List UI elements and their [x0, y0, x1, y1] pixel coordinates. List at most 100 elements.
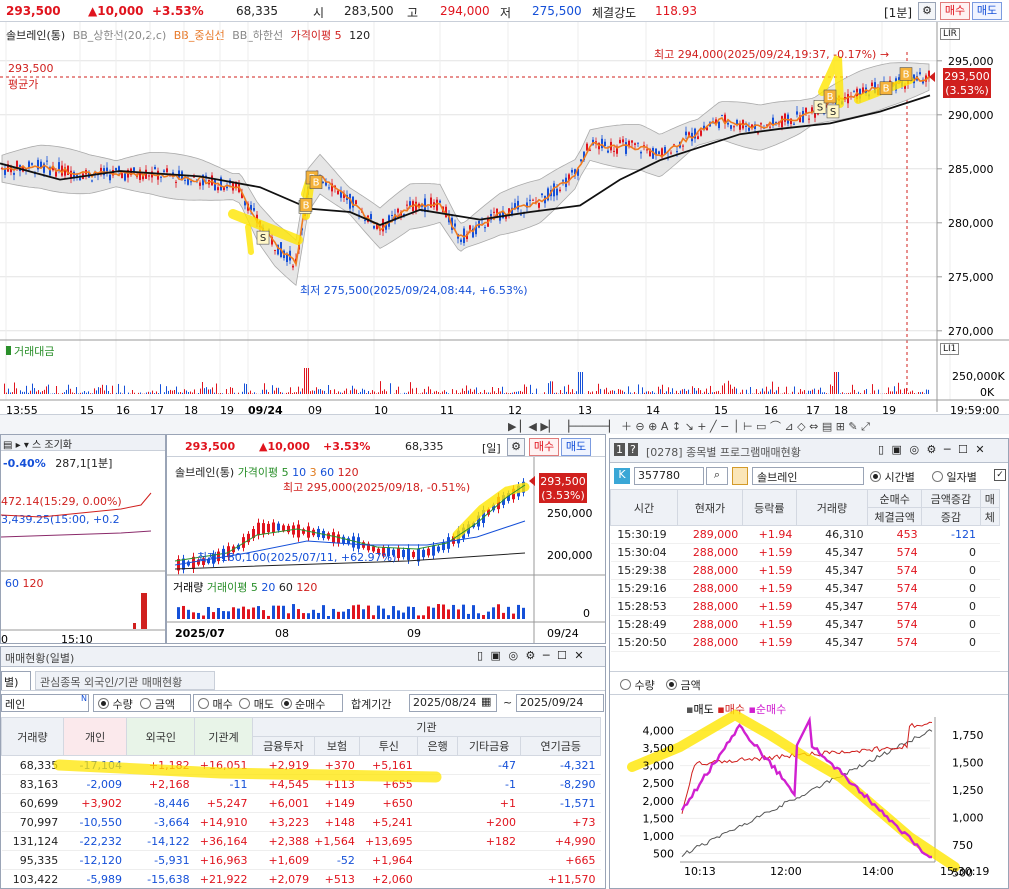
index-mini-chart: ▤ ▸ ▾ 스 조기화 -0.40% 287,1[1분] 472.14(15:2…	[0, 434, 166, 644]
table-cell: +1	[457, 793, 521, 813]
investor-trading-window: 매매현황(일별) ▯ ▣ ◎ ⚙ ─ ☐ ✕ 별) 관심종목 외국인/기관 매매…	[0, 646, 606, 889]
lir-toggle[interactable]: LIR	[940, 28, 960, 40]
table-cell: 131,124	[1, 831, 64, 851]
table-cell: +36,164	[194, 831, 253, 851]
table-row[interactable]: 15:28:49 288,000 +1.59 45,347 574 0	[610, 615, 1000, 634]
table-row[interactable]: 95,335 -12,120 -5,931 +16,963 +1,609 -52 +1,96…	[1, 850, 601, 870]
program-chart-canvas[interactable]: ▪매도 ▪매수 ▪순매수 4,0003,5003,0002,5002,0001,…	[610, 697, 1009, 889]
table-cell: 45,347	[796, 561, 868, 580]
table-cell: +4,545	[252, 774, 315, 794]
mode-day[interactable]: 일자별	[932, 469, 977, 485]
table-cell: +1.59	[742, 543, 797, 562]
table-cell: +1.94	[742, 525, 797, 544]
table-cell: 0	[921, 633, 980, 652]
table-cell: 15:28:49	[610, 615, 678, 634]
low-price: 275,500	[532, 4, 582, 18]
table-cell: -121	[921, 525, 980, 544]
svg-text:B: B	[883, 84, 890, 95]
interval-label[interactable]: [1분]	[884, 4, 912, 21]
checkbox[interactable]: ✓	[994, 469, 1006, 481]
opt-qty[interactable]: 수량	[98, 698, 133, 711]
chart-toolbar: ▶ ▏◀ ▶▏ ▕──────▏ ＋ ⊖ ⊕ A ↕ ↘ + ╱ − │ ⊢ ▭…	[0, 414, 1009, 434]
table-row[interactable]: 103,422 -5,989 -15,638 +21,922 +2,079 +513 +2,…	[1, 869, 601, 888]
calendar-icon[interactable]: ▦	[481, 695, 491, 708]
svg-text:B: B	[313, 178, 320, 189]
lil-toggle[interactable]: LI1	[940, 343, 960, 355]
table-cell: 45,347	[796, 597, 868, 616]
opt-amount[interactable]: 금액	[140, 698, 175, 711]
table-row[interactable]: 60,699 +3,902 -8,446 +5,247 +6,001 +149 +650 +1…	[1, 793, 601, 813]
daily-high-note: 최고 295,000(2025/09/18, -0.51%)	[283, 481, 470, 494]
table-cell: +5,161	[359, 755, 418, 775]
table-cell	[417, 755, 458, 775]
tab-watchlist[interactable]: 관심종목 외국인/기관 매매현황	[35, 671, 215, 690]
index-mini-canvas[interactable]: 60 120 0 15:10	[1, 475, 166, 644]
table-row[interactable]: 68,335 -17,104 +1,182 +16,051 +2,919 +370 +5,1…	[1, 755, 601, 775]
svg-text:14:00: 14:00	[862, 865, 894, 878]
table-row[interactable]: 15:30:19 289,000 +1.94 46,310 453 -121	[610, 525, 1000, 544]
table-cell: +650	[359, 793, 418, 813]
table-cell: -1	[457, 774, 521, 794]
date-to[interactable]: 2025/09/24	[516, 694, 604, 712]
table-row[interactable]: 83,163 -2,009 +2,168 -11 +4,545 +113 +655 -1 -8,…	[1, 774, 601, 794]
daily-chart-canvas[interactable]: 최고 295,000(2025/09/18, -0.51%) 최저 180,10…	[167, 457, 606, 644]
buy-button[interactable]: 매수	[940, 2, 970, 20]
index-price: 287,1[1분]	[55, 457, 113, 470]
svg-text:2025/07: 2025/07	[175, 627, 225, 640]
stock-field[interactable]: 레인	[1, 694, 89, 712]
table-cell: 103,422	[1, 869, 64, 888]
sell-button[interactable]: 매도	[972, 2, 1002, 20]
opt-buy[interactable]: 매수	[198, 698, 233, 711]
svg-text:293,500: 293,500	[540, 475, 586, 488]
svg-text:3,500: 3,500	[643, 742, 675, 755]
mode-time[interactable]: 시간별	[870, 469, 915, 485]
table-cell: 60,699	[1, 793, 64, 813]
gear-icon[interactable]: ⚙	[507, 438, 525, 456]
gear-icon[interactable]: ⚙	[918, 2, 936, 20]
avg-label: 평균가	[8, 78, 38, 91]
table-row[interactable]: 15:29:38 288,000 +1.59 45,347 574 0	[610, 561, 1000, 580]
table-row[interactable]: 15:30:04 288,000 +1.59 45,347 574 0	[610, 543, 1000, 562]
table-cell: +3,902	[63, 793, 127, 813]
table-cell: 45,347	[796, 543, 868, 562]
price-chart-canvas[interactable]: SSBBBSSBBB 295,000290,000285,000280,0002…	[0, 22, 1009, 434]
table-cell: 15:20:50	[610, 633, 678, 652]
table-row[interactable]: 70,997 -10,550 -3,664 +14,910 +3,223 +148 +5,2…	[1, 812, 601, 832]
svg-text:15:30:19: 15:30:19	[940, 865, 989, 878]
table-cell: 574	[867, 633, 922, 652]
window-controls[interactable]: ▯ ▣ ◎ ⚙ ─ ☐ ✕	[878, 443, 987, 456]
table-cell: 453	[867, 525, 922, 544]
svg-text:B: B	[303, 200, 310, 211]
code-input[interactable]: 357780	[634, 467, 704, 485]
svg-text:(3.53%): (3.53%)	[541, 489, 585, 502]
table-cell	[457, 850, 521, 870]
chart-mode-qty[interactable]: 수량	[620, 677, 655, 693]
svg-text:B: B	[827, 92, 834, 103]
daily-sell-button[interactable]: 매도	[561, 438, 591, 456]
table-cell: +1.59	[742, 561, 797, 580]
table-row[interactable]: 15:20:50 288,000 +1.59 45,347 574 0	[610, 633, 1000, 652]
index-pct: -0.40%	[3, 457, 46, 470]
investor-table: 거래량 개인 외국인 기관계 기관 금융투자 보험 투신 은행 기타금융 연기금…	[1, 717, 602, 888]
y-tick-label: 295,000	[948, 55, 994, 68]
daily-change: ▲10,000	[259, 440, 310, 453]
chart-mode-amount[interactable]: 금액	[666, 677, 701, 693]
search-icon[interactable]: ⌕	[706, 467, 728, 485]
opt-sell[interactable]: 매도	[239, 698, 274, 711]
window-controls[interactable]: ▯ ▣ ◎ ⚙ ─ ☐ ✕	[477, 649, 586, 662]
daily-buy-button[interactable]: 매수	[529, 438, 559, 456]
folder-icon[interactable]	[732, 467, 748, 485]
scroll-controls[interactable]: ▶ ▏◀ ▶▏ ▕──────▏ ＋ ⊖ ⊕ A ↕ ↘ + ╱ − │ ⊢ ▭…	[508, 418, 870, 434]
svg-text:200,000: 200,000	[547, 549, 593, 562]
table-cell: 288,000	[677, 633, 743, 652]
daily-interval[interactable]: [일]	[482, 440, 501, 456]
table-row[interactable]: 15:28:53 288,000 +1.59 45,347 574 0	[610, 597, 1000, 616]
program-title: [0278] 종목별 프로그램매매현황	[646, 446, 801, 459]
table-cell: 68,335	[1, 755, 64, 775]
table-row[interactable]: 131,124 -22,232 -14,122 +36,164 +2,388 +1,564…	[1, 831, 601, 851]
tab-daily[interactable]: 별)	[1, 671, 31, 690]
table-cell: 0	[921, 597, 980, 616]
table-row[interactable]: 15:29:16 288,000 +1.59 45,347 574 0	[610, 579, 1000, 598]
opt-net[interactable]: 순매수	[280, 698, 325, 711]
high-label: 고	[407, 6, 419, 20]
